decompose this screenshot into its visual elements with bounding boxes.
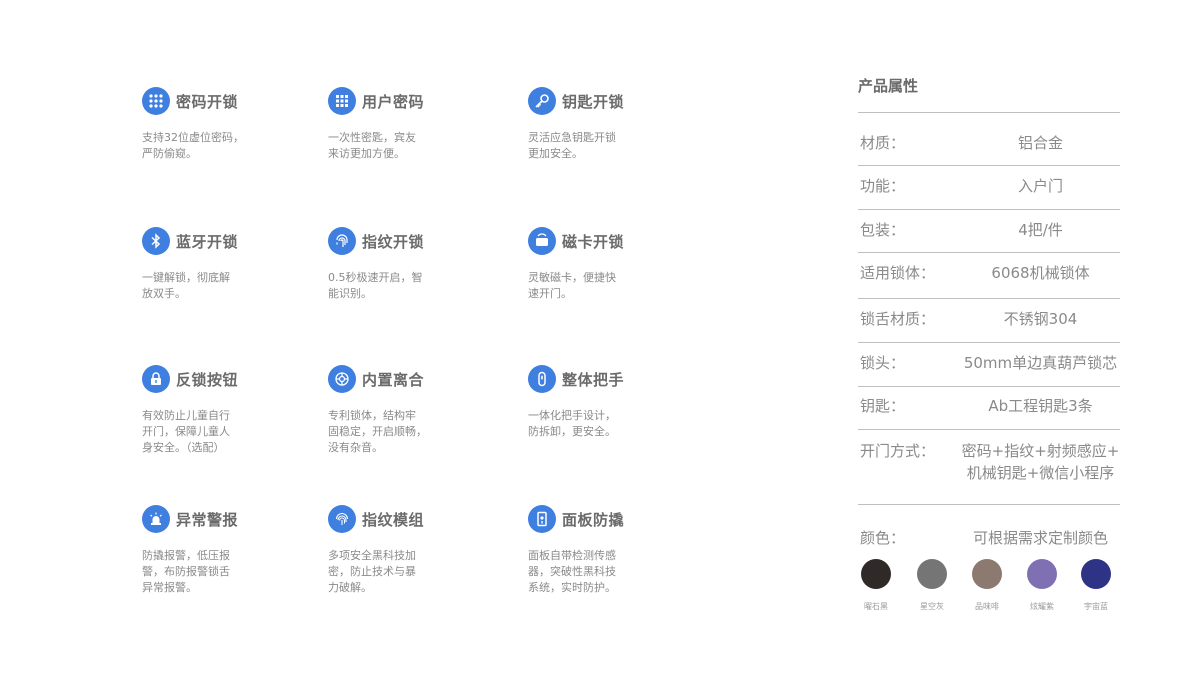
- card-icon: [528, 227, 556, 255]
- spec-label: 锁舌材质：: [860, 310, 936, 328]
- spec-label: 适用锁体：: [860, 264, 936, 282]
- spec-label: 锁头：: [860, 354, 906, 372]
- spec-label: 包装：: [860, 221, 906, 239]
- spec-label: 功能：: [860, 177, 906, 195]
- key-icon: [528, 87, 556, 115]
- lock-icon: [142, 365, 170, 393]
- divider: [858, 165, 1120, 166]
- feature-title: 整体把手: [562, 370, 625, 389]
- feature-description: 专利锁体，结构牢 固稳定，开启顺畅， 没有杂音。: [328, 409, 427, 454]
- color-name: 品味啡: [975, 602, 999, 611]
- feature-title: 蓝牙开锁: [176, 232, 239, 251]
- handle-icon: [528, 365, 556, 393]
- fingerprint-icon: [328, 227, 356, 255]
- feature-panel-anti-pry: 面板防撬 面板自带检测传感 器，突破性黑科技 系统，实时防护。: [528, 504, 678, 596]
- spec-label: 材质：: [860, 134, 906, 152]
- feature-title: 钥匙开锁: [562, 92, 625, 111]
- feature-description: 一体化把手设计， 防拆卸，更安全。: [528, 409, 616, 438]
- spec-label: 钥匙：: [860, 397, 906, 415]
- feature-title: 面板防撬: [562, 510, 625, 529]
- feature-deadlock-button: 反锁按钮 有效防止儿童自行 开门，保障儿童人 身安全。（选配）: [142, 364, 292, 456]
- feature-title: 内置离合: [362, 370, 425, 389]
- spec-label: 颜色：: [860, 529, 906, 547]
- color-dot: [1027, 559, 1057, 589]
- color-dot: [1081, 559, 1111, 589]
- feature-description: 面板自带检测传感 器，突破性黑科技 系统，实时防护。: [528, 549, 616, 594]
- feature-title: 指纹开锁: [362, 232, 425, 251]
- divider: [858, 504, 1120, 505]
- spec-value: 50mm单边真葫芦锁芯: [963, 354, 1118, 372]
- feature-description: 一次性密匙，宾友 来访更加方便。: [328, 131, 416, 160]
- divider: [858, 386, 1120, 387]
- spec-value: 铝合金: [1017, 134, 1063, 152]
- feature-description: 多项安全黑科技加 密，防止技术与暴 力破解。: [328, 549, 416, 594]
- divider: [858, 342, 1120, 343]
- keypad-icon: [142, 87, 170, 115]
- feature-fingerprint-module: 指纹模组 多项安全黑科技加 密，防止技术与暴 力破解。: [328, 504, 478, 596]
- spec-label: 开门方式：: [860, 442, 936, 460]
- feature-description: 0.5秒极速开启，智 能识别。: [328, 271, 423, 300]
- spec-value: 不锈钢304: [1003, 310, 1078, 328]
- product-attributes-panel: 产品属性 材质： 铝合金 功能： 入户门 包装： 4把/件 适用锁体： 6068机械锁体…: [858, 74, 1120, 547]
- feature-integrated-handle: 整体把手 一体化把手设计， 防拆卸，更安全。: [528, 364, 678, 440]
- divider: [858, 112, 1120, 113]
- spec-value: 可根据需求定制颜色: [972, 529, 1108, 547]
- feature-user-password: 用户密码 一次性密匙，宾友 来访更加方便。: [328, 86, 478, 162]
- feature-card-unlock: 磁卡开锁 灵敏磁卡，便捷快 速开门。: [528, 226, 678, 302]
- color-name: 曜石黑: [864, 602, 888, 611]
- color-swatch[interactable]: 炫耀紫: [1014, 558, 1070, 612]
- color-name: 星空灰: [920, 602, 944, 611]
- bluetooth-icon: [142, 227, 170, 255]
- color-swatch[interactable]: 品味啡: [959, 558, 1015, 612]
- color-swatch[interactable]: 宇宙蓝: [1068, 558, 1124, 612]
- feature-title: 用户密码: [362, 92, 425, 111]
- alarm-icon: [142, 505, 170, 533]
- feature-title: 指纹模组: [362, 510, 425, 529]
- spec-value: 密码+指纹+射频感应+ 机械钥匙+微信小程序: [961, 442, 1120, 482]
- feature-fingerprint-unlock: 指纹开锁 0.5秒极速开启，智 能识别。: [328, 226, 478, 302]
- color-name: 宇宙蓝: [1084, 602, 1108, 611]
- color-name: 炫耀紫: [1030, 602, 1054, 611]
- feature-description: 一键解锁，彻底解 放双手。: [142, 271, 230, 300]
- fingerprint-icon: [328, 505, 356, 533]
- feature-title: 密码开锁: [176, 92, 239, 111]
- color-dot: [917, 559, 947, 589]
- keypad-icon: [328, 87, 356, 115]
- divider: [858, 209, 1120, 210]
- clutch-icon: [328, 365, 356, 393]
- color-swatches: 曜石黑 星空灰 品味啡 炫耀紫 宇宙蓝: [858, 558, 1120, 618]
- feature-description: 支持32位虚位密码， 严防偷窥。: [142, 131, 244, 160]
- feature-description: 有效防止儿童自行 开门，保障儿童人 身安全。（选配）: [142, 409, 230, 454]
- divider: [858, 252, 1120, 253]
- feature-title: 反锁按钮: [176, 370, 239, 389]
- spec-value: Ab工程钥匙3条: [988, 397, 1093, 415]
- feature-built-in-clutch: 内置离合 专利锁体，结构牢 固稳定，开启顺畅， 没有杂音。: [328, 364, 478, 456]
- spec-value: 入户门: [1017, 177, 1063, 195]
- feature-description: 防撬报警，低压报 警，布防报警锁舌 异常报警。: [142, 549, 230, 594]
- color-swatch[interactable]: 曜石黑: [848, 558, 904, 612]
- spec-value: 6068机械锁体: [991, 264, 1090, 282]
- spec-value: 4把/件: [1018, 221, 1063, 239]
- divider: [858, 429, 1120, 430]
- color-swatch[interactable]: 星空灰: [904, 558, 960, 612]
- feature-title: 磁卡开锁: [562, 232, 625, 251]
- color-dot: [972, 559, 1002, 589]
- feature-bluetooth-unlock: 蓝牙开锁 一键解锁，彻底解 放双手。: [142, 226, 292, 302]
- feature-key-unlock: 钥匙开锁 灵活应急钥匙开锁 更加安全。: [528, 86, 678, 162]
- feature-abnormal-alarm: 异常警报 防撬报警，低压报 警，布防报警锁舌 异常报警。: [142, 504, 292, 596]
- divider: [858, 298, 1120, 299]
- feature-title: 异常警报: [176, 510, 239, 529]
- panel-icon: [528, 505, 556, 533]
- color-dot: [861, 559, 891, 589]
- feature-description: 灵活应急钥匙开锁 更加安全。: [528, 131, 616, 160]
- feature-password-unlock: 密码开锁 支持32位虚位密码， 严防偷窥。: [142, 86, 292, 162]
- feature-description: 灵敏磁卡，便捷快 速开门。: [528, 271, 616, 300]
